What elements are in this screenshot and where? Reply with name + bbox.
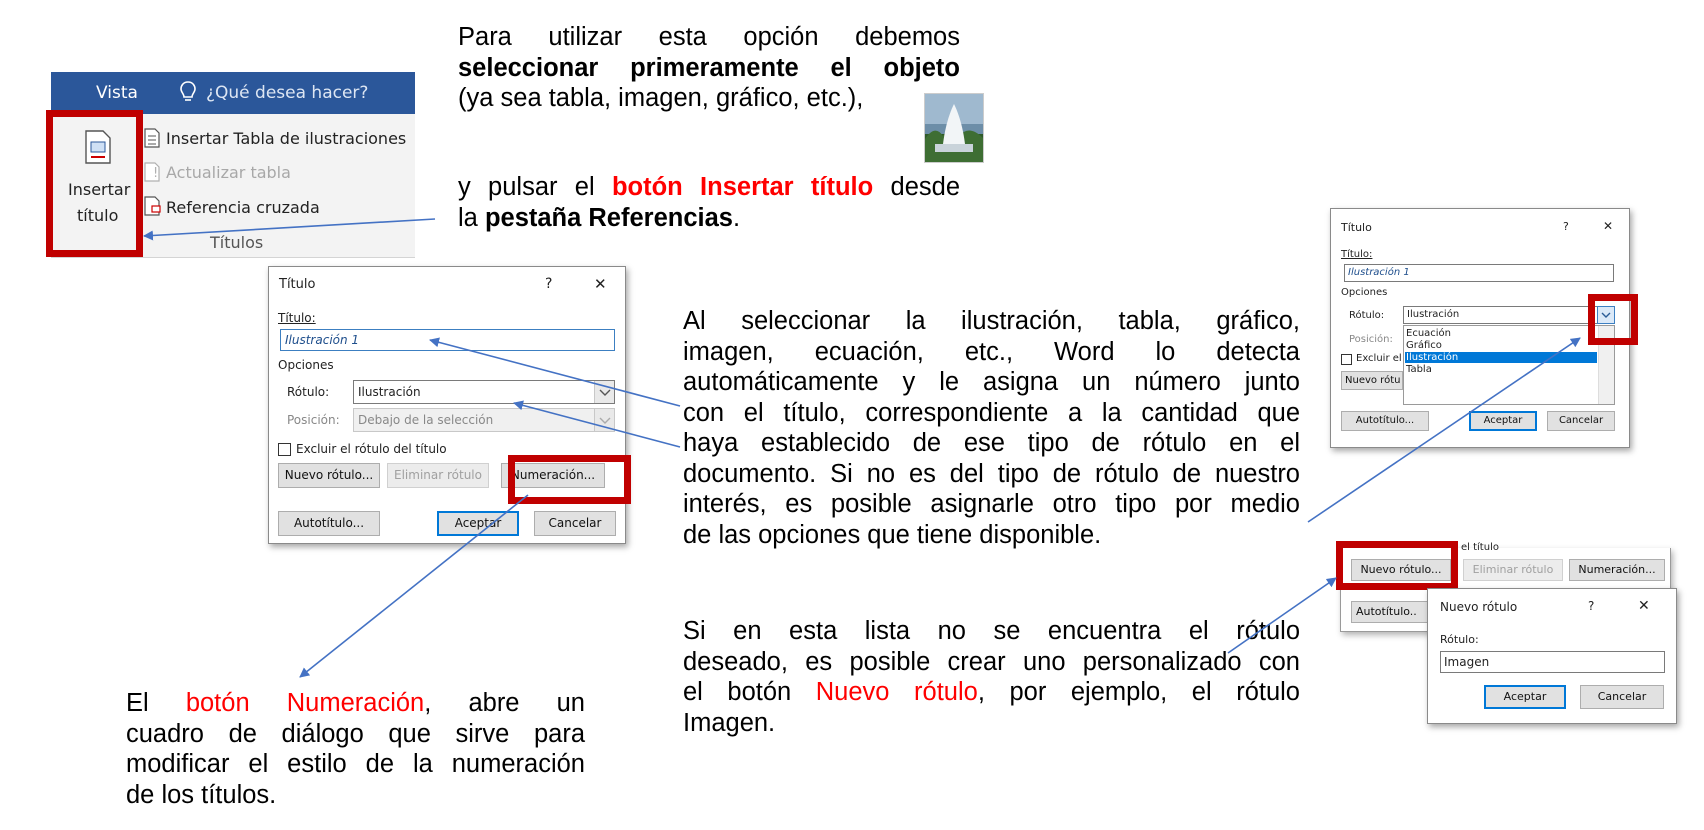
arrow-to-numbering-text: [299, 494, 529, 678]
annotation-arrows: [143, 218, 1581, 678]
arrow-to-new-label: [1227, 577, 1337, 654]
arrow-to-label-select: [513, 400, 681, 448]
arrow-to-dropdown: [1307, 337, 1581, 523]
arrow-to-caption-input: [429, 337, 681, 407]
arrow-to-insert-caption: [143, 218, 436, 241]
